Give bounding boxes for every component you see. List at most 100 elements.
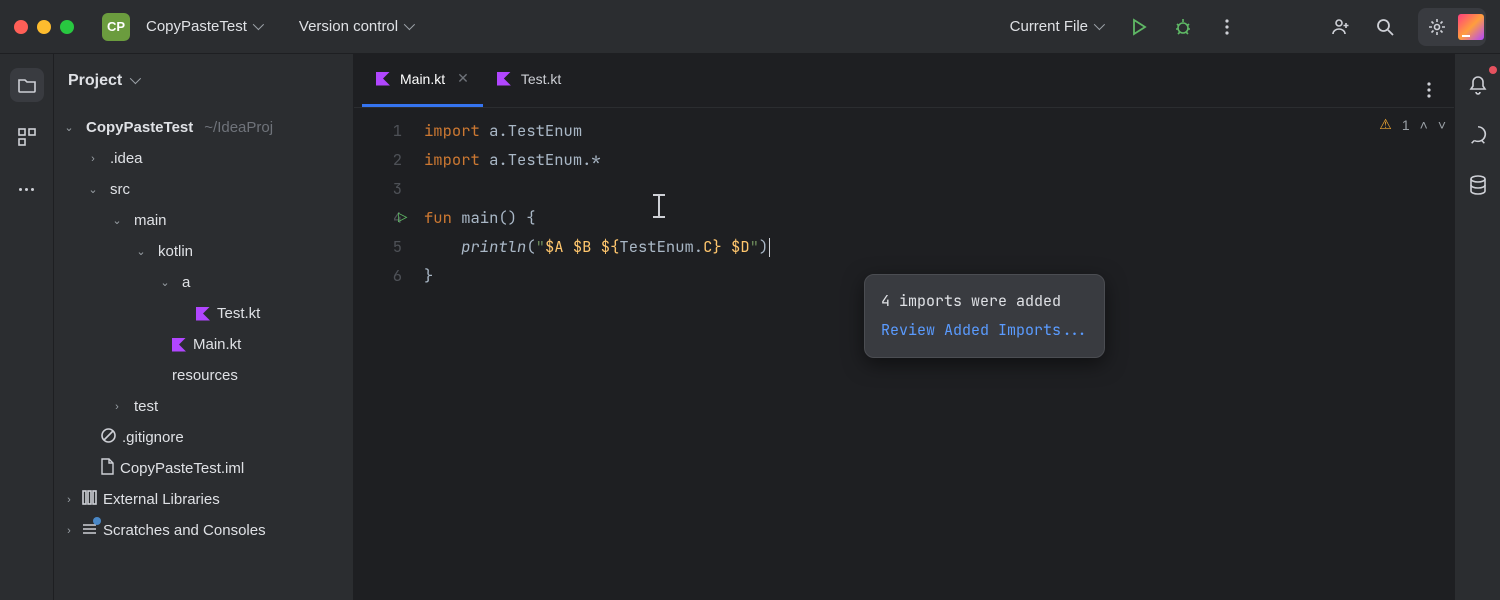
line-number: 2 [354,145,402,174]
type: TestEnum. [619,236,703,257]
close-window-button[interactable] [14,20,28,34]
tree-file-main-kt[interactable]: Main.kt [58,329,349,360]
tab-test-kt[interactable]: Test.kt [483,53,575,107]
ai-assistant-button[interactable] [1461,118,1495,152]
jetbrains-logo-icon[interactable] [1458,14,1484,40]
twisty-icon[interactable] [110,401,124,413]
tree-item-idea[interactable]: .idea [58,143,349,174]
more-actions-button[interactable] [1210,10,1244,44]
structure-tool-button[interactable] [10,120,44,154]
libraries-icon [81,489,98,510]
twisty-icon[interactable] [134,245,148,258]
tree-item-test[interactable]: test [58,391,349,422]
template: $B [573,236,592,257]
twisty-icon[interactable] [62,121,76,134]
template: C [703,236,712,257]
vcs-label: Version control [299,18,398,35]
tree-item-main[interactable]: main [58,205,349,236]
root-name: CopyPasteTest [86,119,193,136]
right-tool-strip [1454,54,1500,600]
twisty-icon[interactable] [158,276,172,289]
kotlin-file-icon [172,338,186,352]
tree-external-libraries[interactable]: External Libraries [58,484,349,515]
line-number: 5 [354,232,402,261]
template: $D [731,236,750,257]
zoom-window-button[interactable] [60,20,74,34]
root-path: ~/IdeaProj [204,119,273,136]
run-line-marker-icon[interactable]: ▷ [398,203,407,232]
review-imports-link[interactable]: Review Added Imports... [881,320,1088,340]
editor-tabbar: Main.kt ✕ Test.kt [354,54,1454,108]
scratches-icon [81,520,98,541]
code-content[interactable]: import a.TestEnum import a.TestEnum.* fu… [424,108,1454,290]
tree-file-gitignore[interactable]: .gitignore [58,422,349,453]
code-with-me-button[interactable] [1324,10,1358,44]
editor-viewport[interactable]: ⚠ 1 ˄ ˅ 1 2 3 4▷ 5 6 import a.TestEnum i… [354,108,1454,600]
window-controls [14,20,74,34]
chevron-down-icon [404,22,414,32]
punct: ) [759,236,768,257]
twisty-icon[interactable] [62,525,76,537]
project-tool-button[interactable] [10,68,44,102]
close-tab-icon[interactable]: ✕ [457,70,469,87]
project-selector[interactable]: CopyPasteTest [138,12,271,41]
line-number: 1 [354,116,402,145]
search-everywhere-button[interactable] [1368,10,1402,44]
tree-label: CopyPasteTest.iml [120,460,244,477]
chevron-down-icon [253,22,263,32]
tree-label: .idea [110,150,143,167]
line-number: 3 [354,174,402,203]
tab-main-kt[interactable]: Main.kt ✕ [362,53,483,107]
tab-label: Test.kt [521,71,561,87]
line-number: 6 [354,261,402,290]
tree-root[interactable]: CopyPasteTest ~/IdeaProj [58,112,349,143]
twisty-icon[interactable] [86,153,100,165]
gitignore-icon [100,427,117,448]
tree-file-test-kt[interactable]: Test.kt [58,298,349,329]
tree-label: Test.kt [217,305,260,322]
tree-file-iml[interactable]: CopyPasteTest.iml [58,453,349,484]
string: " [750,236,759,257]
project-panel: Project CopyPasteTest ~/IdeaProj .idea s… [54,54,354,600]
text-caret [769,238,770,257]
chevron-down-icon [130,76,140,86]
tree-item-kotlin[interactable]: kotlin [58,236,349,267]
left-tool-strip [0,54,54,600]
template: ${ [601,236,620,257]
string [564,236,573,257]
identifier: a.TestEnum [480,120,582,141]
tree-item-src[interactable]: src [58,174,349,205]
tree-item-package-a[interactable]: a [58,267,349,298]
tree-scratches[interactable]: Scratches and Consoles [58,515,349,546]
twisty-icon[interactable] [62,494,76,506]
kotlin-file-icon [376,72,390,86]
run-config-selector[interactable]: Current File [1002,12,1112,41]
editor-area: Main.kt ✕ Test.kt ⚠ 1 ˄ ˅ 1 [354,54,1454,600]
twisty-icon[interactable] [110,214,124,227]
run-button[interactable] [1122,10,1156,44]
notifications-button[interactable] [1461,68,1495,102]
tree-item-resources[interactable]: resources [58,360,349,391]
punct: ( [526,236,535,257]
vcs-menu[interactable]: Version control [291,12,422,41]
imports-added-popup: 4 imports were added Review Added Import… [864,274,1105,358]
tree-label: src [110,181,130,198]
settings-button[interactable] [1420,10,1454,44]
function-call: println [424,236,526,257]
template: } [712,236,721,257]
tree-label: Main.kt [193,336,241,353]
project-panel-header[interactable]: Project [54,54,353,108]
gutter[interactable]: 1 2 3 4▷ 5 6 [354,108,424,290]
debug-button[interactable] [1166,10,1200,44]
string [722,236,731,257]
database-tool-button[interactable] [1461,168,1495,202]
minimize-window-button[interactable] [37,20,51,34]
tree-label: .gitignore [122,429,184,446]
project-panel-title: Project [68,72,122,90]
tab-more-actions[interactable] [1412,73,1446,107]
twisty-icon[interactable] [86,183,100,196]
keyword: fun [424,207,452,228]
more-tools-button[interactable] [10,172,44,206]
tree-label: Scratches and Consoles [103,522,266,539]
tree-label: External Libraries [103,491,220,508]
